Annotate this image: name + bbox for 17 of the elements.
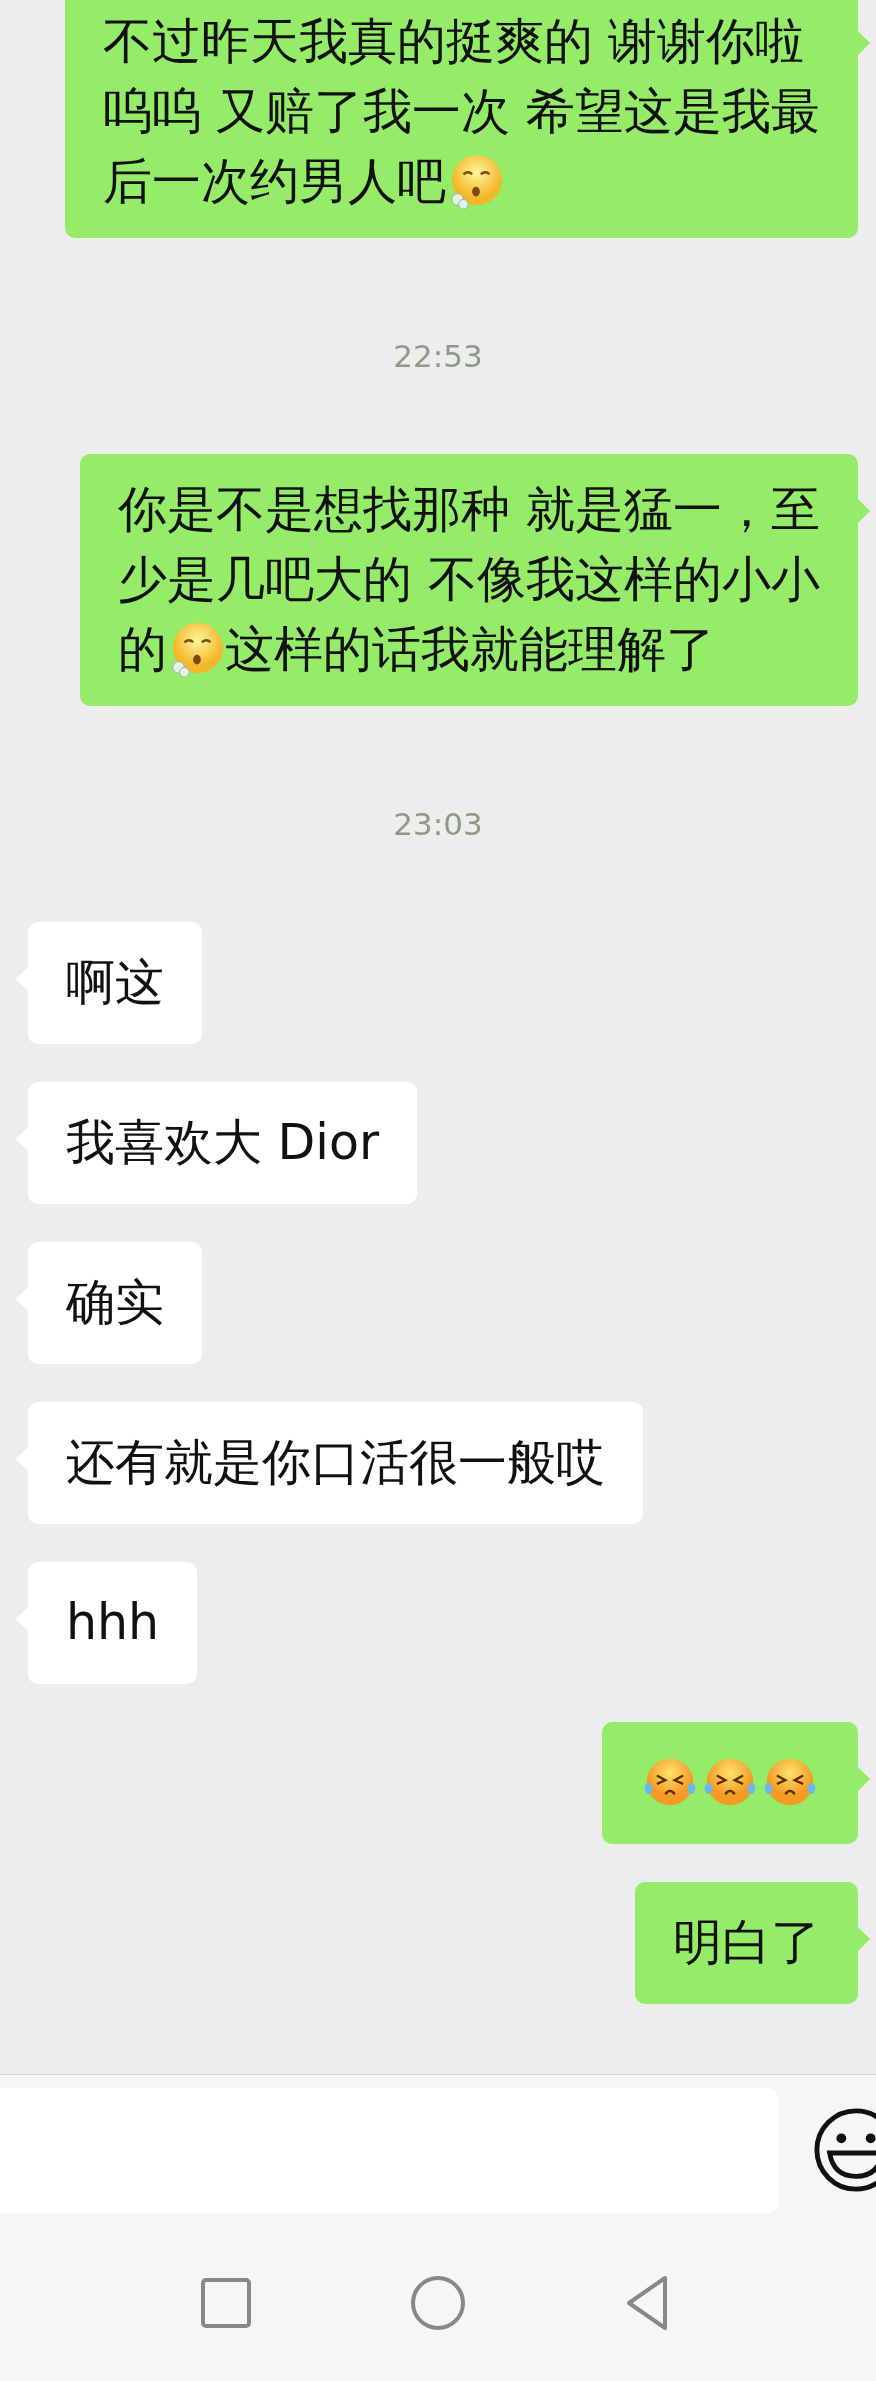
- message-text: 明白了: [673, 1913, 820, 1973]
- timestamp: 22:53: [393, 338, 483, 374]
- timestamp: 23:03: [393, 806, 483, 842]
- message-text: 啊这: [66, 953, 164, 1013]
- message-text: 的: [118, 620, 168, 680]
- message-text: 你是不是想找那种 就是猛一，至: [118, 480, 820, 540]
- message-text: 后一次约男人吧: [102, 152, 446, 212]
- message-text: 少是几吧大的 不像我这样的小小: [118, 550, 820, 610]
- message-text: 这样的话我就能理解了: [225, 620, 716, 680]
- emoji-button-icon[interactable]: [812, 2106, 876, 2194]
- message-text: 确实: [66, 1273, 164, 1333]
- message-text: 呜呜 又赔了我一次 希望这是我最: [102, 82, 820, 142]
- message-text: hhh: [66, 1593, 160, 1653]
- message-text: 不过昨天我真的挺爽的 谢谢你啦: [102, 12, 805, 72]
- message-text: 我喜欢大 Dior: [66, 1113, 380, 1173]
- home-button-icon[interactable]: [409, 2274, 467, 2332]
- message-text: 还有就是你口活很一般哎: [66, 1433, 605, 1493]
